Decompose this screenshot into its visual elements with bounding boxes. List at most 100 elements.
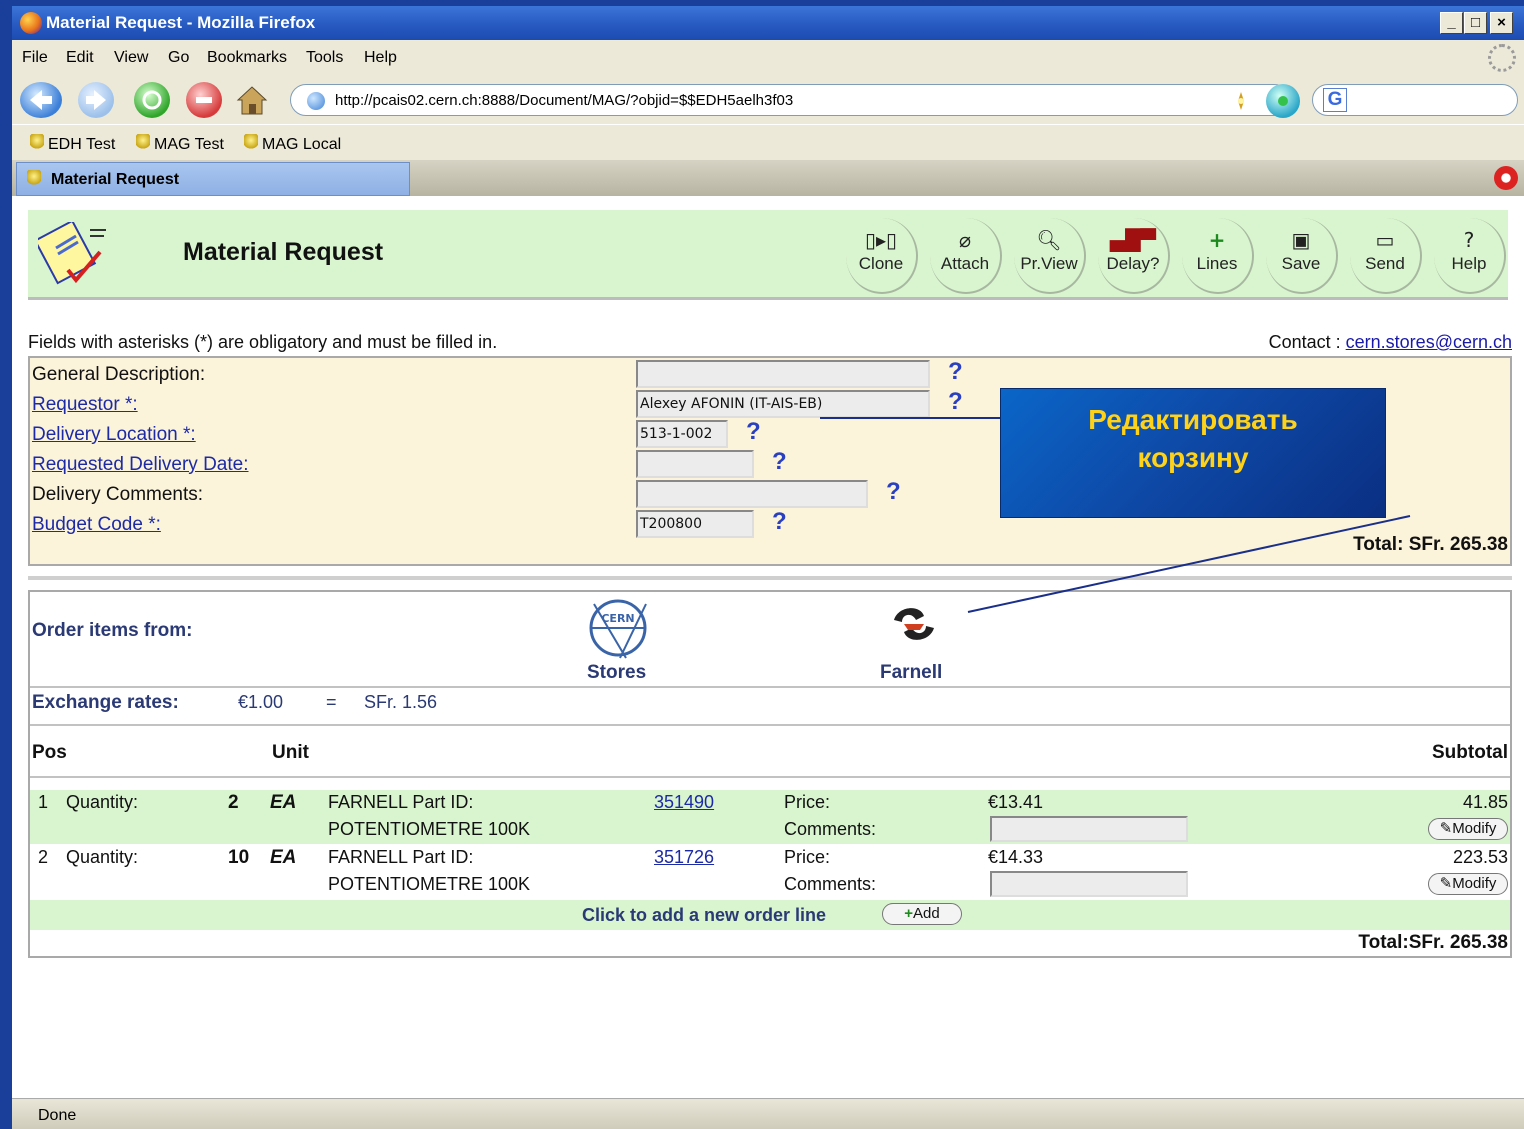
requestor-link[interactable]: Requestor *: xyxy=(32,394,138,416)
save-button[interactable]: ▣ Save xyxy=(1266,218,1338,294)
minimize-button[interactable]: _ xyxy=(1440,12,1463,34)
order-items-from-label: Order items from: xyxy=(32,620,193,641)
bookmark-mag-test[interactable]: MAG Test xyxy=(136,134,224,154)
modify-button[interactable]: ✎Modify xyxy=(1428,873,1508,895)
lines-label: Lines xyxy=(1196,254,1238,273)
menu-file[interactable]: File xyxy=(22,49,48,67)
add-line-button[interactable]: +Add xyxy=(882,903,962,925)
delivery-comments-field[interactable] xyxy=(636,480,868,508)
menu-help[interactable]: Help xyxy=(364,49,397,67)
stores-supplier[interactable]: CERN xyxy=(586,598,656,660)
general-description-field[interactable] xyxy=(636,360,930,388)
line-comments-label: Comments: xyxy=(784,874,877,894)
attach-button[interactable]: ⌀ Attach xyxy=(930,218,1002,294)
close-tab-icon[interactable] xyxy=(1494,166,1518,190)
save-label: Save xyxy=(1281,254,1321,273)
delivery-location-link[interactable]: Delivery Location *: xyxy=(32,424,196,446)
budget-code-link[interactable]: Budget Code *: xyxy=(32,514,161,536)
bookmark-label: MAG Local xyxy=(262,136,342,153)
tab-material-request[interactable]: Material Request xyxy=(16,162,410,196)
tab-bar: Material Request xyxy=(12,160,1524,196)
help-question-icon[interactable]: ? xyxy=(746,418,761,446)
row-divider xyxy=(30,776,1510,778)
line-description: POTENTIOMETRE 100K xyxy=(328,819,531,839)
line-subtotal: 223.53 xyxy=(1452,847,1508,867)
line-description: POTENTIOMETRE 100K xyxy=(328,874,531,894)
cern-logo-icon: CERN xyxy=(589,599,647,659)
plus-icon: + xyxy=(904,905,914,922)
col-subtotal-header: Subtotal xyxy=(1432,742,1508,763)
home-icon xyxy=(236,86,268,115)
menu-edit[interactable]: Edit xyxy=(66,49,94,67)
exchange-sfr: SFr. 1.56 xyxy=(364,692,438,712)
bookmark-label: MAG Test xyxy=(154,136,224,153)
help-question-icon[interactable]: ? xyxy=(948,388,963,416)
reload-button[interactable] xyxy=(134,82,170,118)
delivery-location-field[interactable]: 513-1-002 xyxy=(636,420,728,448)
stores-label[interactable]: Stores xyxy=(587,662,646,684)
lines-button[interactable]: + Lines xyxy=(1182,218,1254,294)
farnell-label[interactable]: Farnell xyxy=(880,662,942,684)
delay-button[interactable]: ▄█▀ Delay? xyxy=(1098,218,1170,294)
send-icon: ▭ xyxy=(1375,228,1395,252)
help-icon: ? xyxy=(1463,228,1475,252)
requested-delivery-date-link[interactable]: Requested Delivery Date: xyxy=(32,454,249,476)
row-divider xyxy=(30,724,1510,726)
print-preview-button[interactable]: 🔍︎ Pr.View xyxy=(1014,218,1086,294)
home-button[interactable] xyxy=(234,82,270,118)
stop-button[interactable] xyxy=(186,82,222,118)
help-question-icon[interactable]: ? xyxy=(772,448,787,476)
menu-bookmarks[interactable]: Bookmarks xyxy=(207,49,287,67)
maximize-button[interactable]: □ xyxy=(1464,12,1487,34)
cern-logo-text: CERN xyxy=(601,612,634,625)
order-line: 2 Quantity: 10 EA FARNELL Part ID: POTEN… xyxy=(30,845,1510,899)
line-price: €14.33 xyxy=(988,847,1044,867)
material-request-icon xyxy=(38,222,106,285)
bookmark-edh-test[interactable]: EDH Test xyxy=(30,134,115,154)
close-window-button[interactable]: × xyxy=(1490,12,1513,34)
go-button[interactable] xyxy=(1266,84,1300,118)
line-comments-input[interactable] xyxy=(990,816,1188,842)
clone-icon: ▯▸▯ xyxy=(864,228,898,252)
modify-button[interactable]: ✎Modify xyxy=(1428,818,1508,840)
form-total: Total: SFr. 265.38 xyxy=(1353,534,1508,555)
clone-button[interactable]: ▯▸▯ Clone xyxy=(846,218,918,294)
window-title: Material Request - Mozilla Firefox xyxy=(46,13,316,32)
menu-view[interactable]: View xyxy=(114,49,148,67)
general-description-label: General Description: xyxy=(32,364,206,385)
back-button[interactable] xyxy=(20,82,62,118)
menu-tools[interactable]: Tools xyxy=(306,49,343,67)
help-question-icon[interactable]: ? xyxy=(772,508,787,536)
paperclip-icon: ⌀ xyxy=(958,228,972,252)
order-section: Order items from: CERN Stores Farnell Ex… xyxy=(28,590,1512,958)
bookmark-mag-local[interactable]: MAG Local xyxy=(244,134,341,154)
help-question-icon[interactable]: ? xyxy=(948,358,963,386)
add-label: Add xyxy=(913,905,940,922)
requestor-field[interactable]: Alexey AFONIN (IT-AIS-EB) xyxy=(636,390,930,418)
callout-text: Редактировать корзину xyxy=(1001,401,1385,477)
line-part-id-link[interactable]: 351490 xyxy=(654,792,714,813)
help-question-icon[interactable]: ? xyxy=(886,478,901,506)
callout-line-2: корзину xyxy=(1137,442,1249,473)
attach-label: Attach xyxy=(940,254,990,273)
line-comments-input[interactable] xyxy=(990,871,1188,897)
help-button[interactable]: ? Help xyxy=(1434,218,1506,294)
search-box[interactable]: G xyxy=(1312,84,1518,116)
line-qty-label: Quantity: xyxy=(66,792,139,812)
line-part-id-link[interactable]: 351726 xyxy=(654,847,714,868)
reload-icon xyxy=(142,90,162,110)
page-title: Material Request xyxy=(183,238,384,266)
budget-code-field[interactable]: T200800 xyxy=(636,510,754,538)
rss-feed-icon[interactable] xyxy=(1229,89,1253,113)
address-bar[interactable]: http://pcais02.cern.ch:8888/Document/MAG… xyxy=(290,84,1290,116)
forward-button[interactable] xyxy=(78,82,114,118)
window-titlebar: Material Request - Mozilla Firefox _ □ × xyxy=(12,6,1524,40)
line-part-label: FARNELL Part ID: xyxy=(328,792,474,812)
requested-delivery-date-field[interactable] xyxy=(636,450,754,478)
contact-email-link[interactable]: cern.stores@cern.ch xyxy=(1346,332,1512,352)
pencil-icon: ✎ xyxy=(1439,820,1453,837)
send-button[interactable]: ▭ Send xyxy=(1350,218,1422,294)
line-price-label: Price: xyxy=(784,847,831,867)
farnell-supplier[interactable] xyxy=(890,602,938,646)
menu-go[interactable]: Go xyxy=(168,49,189,67)
